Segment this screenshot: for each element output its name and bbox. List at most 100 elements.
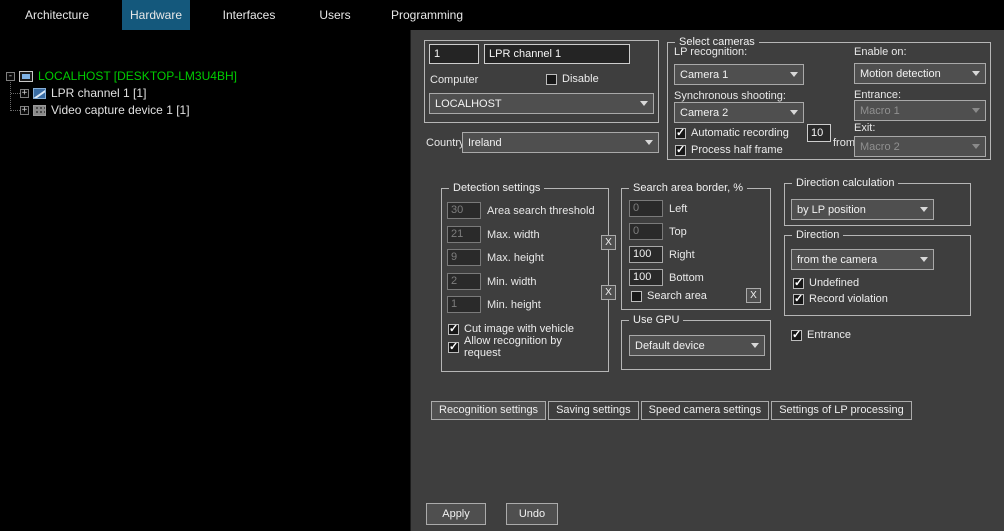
tree-connector-line: [11, 110, 20, 111]
direction-select[interactable]: from the camera: [791, 249, 934, 270]
selected-value: Motion detection: [860, 68, 968, 80]
undefined-checkbox[interactable]: Undefined: [793, 277, 859, 289]
checkbox-box[interactable]: [448, 324, 459, 335]
selected-value: from the camera: [797, 254, 916, 266]
min-height-label: Min. height: [487, 299, 541, 311]
tree-item-video-capture[interactable]: + Video capture device 1 [1]: [20, 102, 190, 118]
chevron-down-icon: [972, 108, 980, 113]
top-nav-bar: Architecture Hardware Interfaces Users P…: [0, 0, 1004, 30]
checkbox-label: Allow recognition by request: [464, 335, 576, 359]
computer-label: Computer: [430, 74, 478, 86]
process-half-frame-checkbox[interactable]: Process half frame: [675, 144, 783, 156]
country-select[interactable]: Ireland: [462, 132, 659, 153]
checkbox-box[interactable]: [675, 128, 686, 139]
gpu-device-select[interactable]: Default device: [629, 335, 765, 356]
max-height-field[interactable]: 9: [447, 249, 481, 266]
nav-tab-users[interactable]: Users: [308, 0, 362, 30]
min-height-field[interactable]: 1: [447, 296, 481, 313]
expand-icon[interactable]: +: [20, 89, 29, 98]
border-left-field[interactable]: 0: [629, 200, 663, 217]
tab-speed-camera-settings[interactable]: Speed camera settings: [641, 401, 770, 420]
border-bottom-field[interactable]: 100: [629, 269, 663, 286]
collapse-icon[interactable]: -: [6, 72, 15, 81]
chevron-down-icon: [972, 144, 980, 149]
checkbox-box[interactable]: [448, 342, 459, 353]
computer-icon: [19, 71, 33, 82]
checkbox-box[interactable]: [793, 278, 804, 289]
selected-value: Macro 2: [860, 141, 968, 153]
enable-on-select[interactable]: Motion detection: [854, 63, 986, 84]
max-width-label: Max. width: [487, 229, 540, 241]
selected-value: Ireland: [468, 137, 641, 149]
checkbox-box[interactable]: [793, 294, 804, 305]
nav-tab-architecture[interactable]: Architecture: [18, 0, 96, 30]
automatic-recording-checkbox[interactable]: Automatic recording: [675, 127, 789, 139]
checkbox-box[interactable]: [631, 291, 642, 302]
tree-item-lpr-channel[interactable]: + LPR channel 1 [1]: [20, 85, 146, 101]
selected-value: LOCALHOST: [435, 98, 636, 110]
channel-number-field[interactable]: 1: [429, 44, 479, 64]
tab-saving-settings[interactable]: Saving settings: [548, 401, 639, 420]
undo-button[interactable]: Undo: [506, 503, 558, 525]
nav-tab-hardware[interactable]: Hardware: [122, 0, 190, 30]
allow-recognition-checkbox[interactable]: Allow recognition by request: [448, 335, 576, 359]
area-search-threshold-label: Area search threshold: [487, 205, 595, 217]
synchronous-shooting-select[interactable]: Camera 2: [674, 102, 804, 123]
search-area-checkbox[interactable]: Search area: [631, 290, 707, 302]
checkbox-label: Automatic recording: [691, 127, 789, 139]
tab-lp-processing-settings[interactable]: Settings of LP processing: [771, 401, 912, 420]
border-left-label: Left: [669, 203, 687, 215]
entrance-checkbox[interactable]: Entrance: [791, 329, 851, 341]
exit-macro-label: Exit:: [854, 122, 875, 134]
recording-frames-field[interactable]: 10: [807, 124, 831, 142]
reset-max-button[interactable]: X: [601, 235, 616, 250]
max-height-label: Max. height: [487, 252, 544, 264]
lpr-channel-icon: [33, 88, 46, 99]
tree-connector-line: [10, 82, 11, 111]
checkbox-box[interactable]: [791, 330, 802, 341]
area-search-threshold-field[interactable]: 30: [447, 202, 481, 219]
search-area-reset-button[interactable]: X: [746, 288, 761, 303]
min-width-field[interactable]: 2: [447, 273, 481, 290]
chevron-down-icon: [640, 101, 648, 106]
channel-name-field[interactable]: LPR channel 1: [484, 44, 630, 64]
enable-on-label: Enable on:: [854, 46, 907, 58]
reset-min-button[interactable]: X: [601, 285, 616, 300]
chevron-down-icon: [920, 207, 928, 212]
groupbox-title: Direction: [792, 229, 843, 241]
record-violation-checkbox[interactable]: Record violation: [793, 293, 888, 305]
apply-button[interactable]: Apply: [426, 503, 486, 525]
checkbox-box[interactable]: [675, 145, 686, 156]
chevron-down-icon: [920, 257, 928, 262]
selected-value: Default device: [635, 340, 747, 352]
settings-tab-strip: Recognition settings Saving settings Spe…: [431, 401, 912, 420]
selected-value: Macro 1: [860, 105, 968, 117]
checkbox-box[interactable]: [546, 74, 557, 85]
exit-macro-select[interactable]: Macro 2: [854, 136, 986, 157]
nav-tab-interfaces[interactable]: Interfaces: [213, 0, 285, 30]
lp-recognition-select[interactable]: Camera 1: [674, 64, 804, 85]
direction-calc-select[interactable]: by LP position: [791, 199, 934, 220]
from-label: from: [833, 137, 855, 149]
checkbox-label: Undefined: [809, 277, 859, 289]
cut-image-checkbox[interactable]: Cut image with vehicle: [448, 323, 574, 335]
max-width-field[interactable]: 21: [447, 226, 481, 243]
checkbox-label: Search area: [647, 290, 707, 302]
border-top-field[interactable]: 0: [629, 223, 663, 240]
groupbox-title: Search area border, %: [629, 182, 747, 194]
disable-checkbox[interactable]: Disable: [546, 73, 599, 85]
tab-recognition-settings[interactable]: Recognition settings: [431, 401, 546, 420]
chevron-down-icon: [790, 72, 798, 77]
settings-panel: 1 LPR channel 1 Computer Disable LOCALHO…: [410, 30, 1004, 531]
nav-tab-programming[interactable]: Programming: [383, 0, 471, 30]
capture-device-icon: [33, 105, 46, 116]
tree-item-label: LOCALHOST [DESKTOP-LM3U4BH]: [38, 69, 237, 83]
expand-icon[interactable]: +: [20, 106, 29, 115]
border-right-field[interactable]: 100: [629, 246, 663, 263]
chevron-down-icon: [972, 71, 980, 76]
tree-item-localhost[interactable]: - LOCALHOST [DESKTOP-LM3U4BH]: [6, 68, 237, 84]
computer-select[interactable]: LOCALHOST: [429, 93, 654, 114]
selected-value: Camera 2: [680, 107, 786, 119]
checkbox-label: Disable: [562, 73, 599, 85]
entrance-macro-select[interactable]: Macro 1: [854, 100, 986, 121]
